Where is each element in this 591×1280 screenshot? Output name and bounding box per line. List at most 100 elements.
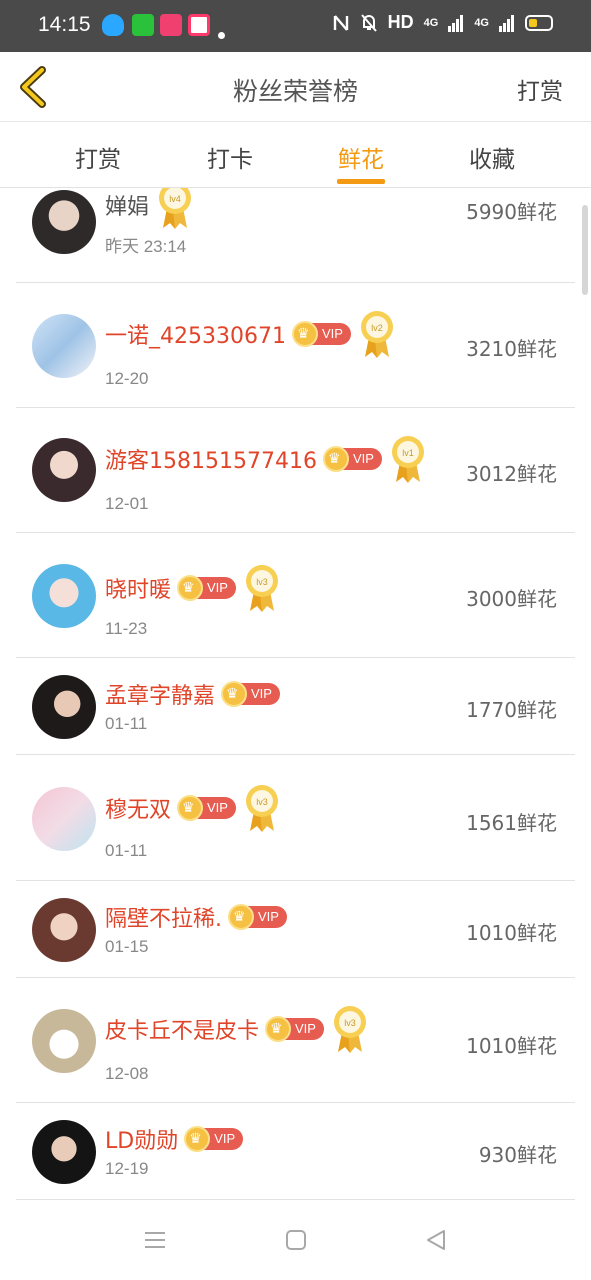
vip-badge: VIP xyxy=(177,575,236,601)
list-item[interactable]: 孟章字静嘉 VIP 01-11 1770鲜花 xyxy=(0,658,591,755)
avatar[interactable] xyxy=(32,314,96,378)
crown-coin-icon xyxy=(265,1016,292,1042)
username[interactable]: 婵娟 xyxy=(105,189,149,221)
row-date: 01-11 xyxy=(105,714,148,733)
row-date: 12-08 xyxy=(105,1064,149,1083)
vip-label: VIP xyxy=(352,451,374,466)
username[interactable]: LD勋勋 xyxy=(105,1123,178,1155)
vip-badge: VIP xyxy=(322,446,382,472)
list-item[interactable]: 婵娟 lv4 昨天 23:14 5990鲜花 xyxy=(0,188,591,283)
vip-label: VIP xyxy=(207,800,228,815)
more-notifications-icon xyxy=(218,32,225,39)
row-date: 昨天 23:14 xyxy=(105,237,187,256)
network-label-2: 4G xyxy=(474,16,489,29)
iqiyi-notification-icon xyxy=(132,14,154,36)
list-item[interactable]: 穆无双 VIP lv3 01-11 1561鲜花 xyxy=(0,755,591,881)
tab-flowers[interactable]: 鲜花 xyxy=(321,140,401,174)
avatar[interactable] xyxy=(32,438,96,502)
level-medal-icon: lv3 xyxy=(333,1006,366,1053)
tab-favorites[interactable]: 收藏 xyxy=(452,140,532,174)
level-medal-icon: lv4 xyxy=(159,188,192,229)
vip-label: VIP xyxy=(258,909,279,924)
vip-badge: VIP xyxy=(177,795,236,821)
list-item[interactable]: 皮卡丘不是皮卡 VIP lv3 12-08 1010鲜花 xyxy=(0,978,591,1103)
menu-icon[interactable] xyxy=(143,1228,167,1252)
avatar[interactable] xyxy=(32,675,96,739)
mute-bell-icon xyxy=(360,13,377,32)
list-item[interactable]: 隔壁不拉稀. VIP 01-15 1010鲜花 xyxy=(0,881,591,978)
username[interactable]: 皮卡丘不是皮卡 xyxy=(105,1013,259,1045)
hd-label: HD xyxy=(387,12,414,32)
flower-amount: 1010鲜花 xyxy=(466,921,557,945)
reward-button[interactable]: 打赏 xyxy=(517,72,563,106)
username[interactable]: 一诺_425330671 xyxy=(105,318,286,350)
row-date: 01-11 xyxy=(105,841,148,860)
level-medal-icon: lv3 xyxy=(245,785,278,832)
active-tab-indicator xyxy=(337,179,385,184)
tab-bar: 打赏 打卡 鲜花 收藏 xyxy=(0,122,591,188)
level-medal-icon: lv1 xyxy=(391,436,424,483)
system-nav-bar xyxy=(0,1200,591,1280)
username[interactable]: 隔壁不拉稀. xyxy=(105,901,222,933)
signal-icon-2 xyxy=(499,14,514,32)
signal-icon xyxy=(448,14,464,32)
home-square-icon[interactable] xyxy=(284,1228,308,1252)
tab-checkin[interactable]: 打卡 xyxy=(190,140,270,174)
row-date: 12-19 xyxy=(105,1159,149,1178)
list-item[interactable]: 晓时暖 VIP lv3 11-23 3000鲜花 xyxy=(0,533,591,658)
list-item[interactable]: 游客158151577416 VIP lv1 12-01 3012鲜花 xyxy=(0,408,591,533)
flower-amount: 3210鲜花 xyxy=(466,337,557,361)
list-item[interactable]: LD勋勋 VIP 12-19 930鲜花 xyxy=(0,1103,591,1200)
vip-label: VIP xyxy=(321,326,343,341)
level-label: lv4 xyxy=(169,194,181,204)
tab-reward[interactable]: 打赏 xyxy=(58,140,138,174)
level-medal-icon: lv3 xyxy=(245,565,278,612)
level-label: lv1 xyxy=(402,448,414,458)
avatar[interactable] xyxy=(32,190,96,254)
vip-label: VIP xyxy=(295,1021,316,1036)
avatar[interactable] xyxy=(32,898,96,962)
avatar[interactable] xyxy=(32,564,96,628)
back-triangle-icon[interactable] xyxy=(424,1228,448,1252)
status-time: 14:15 xyxy=(38,13,91,36)
crown-coin-icon xyxy=(291,321,318,347)
network-label-1: 4G xyxy=(423,16,439,29)
level-label: lv3 xyxy=(256,797,268,807)
vip-label: VIP xyxy=(207,580,228,595)
battery-icon xyxy=(525,14,553,31)
vip-badge: VIP xyxy=(184,1126,244,1152)
qq-notification-icon xyxy=(102,14,124,36)
flower-amount: 930鲜花 xyxy=(478,1143,557,1167)
username[interactable]: 孟章字静嘉 xyxy=(105,678,215,710)
flower-amount: 3000鲜花 xyxy=(466,587,557,611)
crown-coin-icon xyxy=(221,681,248,707)
title-bar: 粉丝荣誉榜 打赏 xyxy=(0,52,591,122)
crown-coin-icon xyxy=(177,575,204,601)
username[interactable]: 穆无双 xyxy=(105,792,171,824)
row-date: 12-01 xyxy=(105,494,149,513)
list-item[interactable]: 一诺_425330671 VIP lv2 12-20 3210鲜花 xyxy=(0,283,591,408)
level-medal-icon: lv2 xyxy=(360,311,393,358)
video-notification-icon xyxy=(160,14,182,36)
crown-coin-icon xyxy=(184,1126,211,1152)
nfc-icon xyxy=(333,14,348,31)
crown-coin-icon xyxy=(322,446,349,472)
level-label: lv3 xyxy=(256,577,268,587)
flower-amount: 3012鲜花 xyxy=(466,462,557,486)
vip-badge: VIP xyxy=(291,321,351,347)
page-title: 粉丝荣誉榜 xyxy=(232,77,358,106)
avatar[interactable] xyxy=(32,787,96,851)
vip-badge: VIP xyxy=(221,681,280,707)
flower-amount: 1561鲜花 xyxy=(466,811,557,835)
flower-amount: 5990鲜花 xyxy=(466,200,557,224)
avatar[interactable] xyxy=(32,1120,96,1184)
username[interactable]: 晓时暖 xyxy=(105,572,171,604)
row-date: 12-20 xyxy=(105,369,149,388)
avatar[interactable] xyxy=(32,1009,96,1073)
crown-coin-icon xyxy=(177,795,204,821)
vip-badge: VIP xyxy=(228,904,287,930)
username[interactable]: 游客158151577416 xyxy=(105,443,317,475)
crown-coin-icon xyxy=(228,904,254,930)
ranking-list[interactable]: 婵娟 lv4 昨天 23:14 5990鲜花 一诺_425330671 VIP … xyxy=(0,188,591,1200)
scrollbar[interactable] xyxy=(582,205,588,295)
